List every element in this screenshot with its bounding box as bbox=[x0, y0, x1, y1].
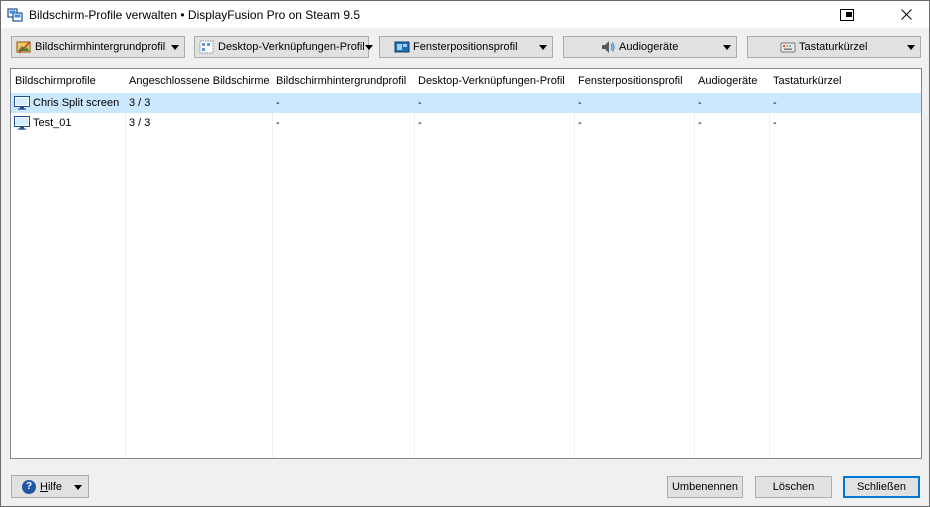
window-position-icon bbox=[394, 41, 410, 53]
chevron-down-icon bbox=[904, 40, 918, 54]
window-position-profile-label: Fensterpositionsprofil bbox=[413, 41, 518, 53]
list-header: Bildschirmprofile Angeschlossene Bildsch… bbox=[11, 69, 921, 93]
table-row[interactable]: Test_01 3 / 3 - - - - - bbox=[11, 113, 921, 133]
column-divider bbox=[414, 93, 415, 458]
monitor-icon bbox=[14, 96, 30, 110]
column-header-profiles[interactable]: Bildschirmprofile bbox=[11, 69, 125, 93]
keyboard-icon bbox=[780, 42, 796, 53]
desktop-icons-profile-dropdown[interactable]: Desktop-Verknüpfungen-Profil bbox=[194, 36, 373, 58]
column-header-window-position-profile[interactable]: Fensterpositionsprofil bbox=[574, 69, 694, 93]
column-divider bbox=[125, 93, 126, 458]
close-button[interactable]: Schließen bbox=[843, 476, 920, 498]
restore-icon bbox=[840, 8, 854, 21]
chevron-down-icon bbox=[72, 480, 84, 494]
window-position-profile-cell: - bbox=[578, 117, 582, 129]
close-icon bbox=[900, 9, 912, 20]
desktop-icons-profile-label: Desktop-Verknüpfungen-Profil bbox=[218, 41, 365, 53]
profiles-list[interactable]: Bildschirmprofile Angeschlossene Bildsch… bbox=[10, 68, 922, 459]
window-title: Bildschirm-Profile verwalten • DisplayFu… bbox=[29, 7, 360, 22]
desktop-grid-icon bbox=[199, 40, 214, 54]
hotkeys-label: Tastaturkürzel bbox=[799, 41, 868, 53]
hotkeys-cell: - bbox=[773, 97, 777, 109]
wallpaper-profile-cell: - bbox=[276, 97, 280, 109]
close-window-button[interactable] bbox=[883, 1, 929, 28]
column-divider bbox=[272, 93, 273, 458]
audio-devices-cell: - bbox=[698, 117, 702, 129]
audio-devices-label: Audiogeräte bbox=[619, 41, 679, 53]
profile-name-cell: Test_01 bbox=[11, 113, 125, 133]
displayfusion-icon bbox=[7, 7, 23, 22]
chevron-down-icon bbox=[364, 40, 373, 54]
desktop-icons-profile-cell: - bbox=[418, 117, 422, 129]
restore-button[interactable] bbox=[827, 1, 867, 28]
column-header-connected-monitors[interactable]: Angeschlossene Bildschirme bbox=[125, 69, 273, 93]
chevron-down-icon bbox=[168, 40, 182, 54]
desktop-icons-profile-cell: - bbox=[418, 97, 422, 109]
delete-button[interactable]: Löschen bbox=[755, 476, 832, 498]
title-bar: Bildschirm-Profile verwalten • DisplayFu… bbox=[1, 1, 929, 28]
column-header-audio-devices[interactable]: Audiogeräte bbox=[694, 69, 769, 93]
monitor-icon bbox=[14, 116, 30, 130]
hotkeys-cell: - bbox=[773, 117, 777, 129]
window-position-profile-dropdown[interactable]: Fensterpositionsprofil bbox=[379, 36, 553, 58]
window-position-profile-cell: - bbox=[578, 97, 582, 109]
connected-monitors-cell: 3 / 3 bbox=[129, 97, 151, 109]
profile-name-cell: Chris Split screen bbox=[11, 93, 125, 113]
help-icon: ? bbox=[22, 479, 36, 494]
help-label: Hilfe bbox=[40, 480, 63, 493]
wallpaper-profile-dropdown[interactable]: Bildschirmhintergrundprofil bbox=[11, 36, 185, 58]
wallpaper-profile-label: Bildschirmhintergrundprofil bbox=[35, 41, 166, 53]
dialog-window: Bildschirm-Profile verwalten • DisplayFu… bbox=[0, 0, 930, 507]
audio-devices-dropdown[interactable]: Audiogeräte bbox=[563, 36, 737, 58]
wallpaper-profile-cell: - bbox=[276, 117, 280, 129]
column-divider bbox=[694, 93, 695, 458]
rename-button[interactable]: Umbenennen bbox=[667, 476, 743, 498]
column-divider bbox=[574, 93, 575, 458]
connected-monitors-cell: 3 / 3 bbox=[129, 117, 151, 129]
help-button[interactable]: ? Hilfe bbox=[11, 475, 89, 498]
column-header-desktop-icons-profile[interactable]: Desktop-Verknüpfungen-Profil bbox=[414, 69, 574, 93]
column-divider bbox=[769, 93, 770, 458]
hotkeys-dropdown[interactable]: Tastaturkürzel bbox=[747, 36, 921, 58]
table-row[interactable]: Chris Split screen 3 / 3 - - - - - bbox=[11, 93, 921, 113]
profile-name: Test_01 bbox=[33, 117, 72, 129]
profile-name: Chris Split screen bbox=[33, 97, 120, 109]
chevron-down-icon bbox=[720, 40, 734, 54]
column-header-hotkeys[interactable]: Tastaturkürzel bbox=[769, 69, 919, 93]
speaker-icon bbox=[602, 41, 615, 53]
audio-devices-cell: - bbox=[698, 97, 702, 109]
wallpaper-icon bbox=[16, 41, 31, 54]
column-header-wallpaper-profile[interactable]: Bildschirmhintergrundprofil bbox=[272, 69, 414, 93]
chevron-down-icon bbox=[536, 40, 550, 54]
